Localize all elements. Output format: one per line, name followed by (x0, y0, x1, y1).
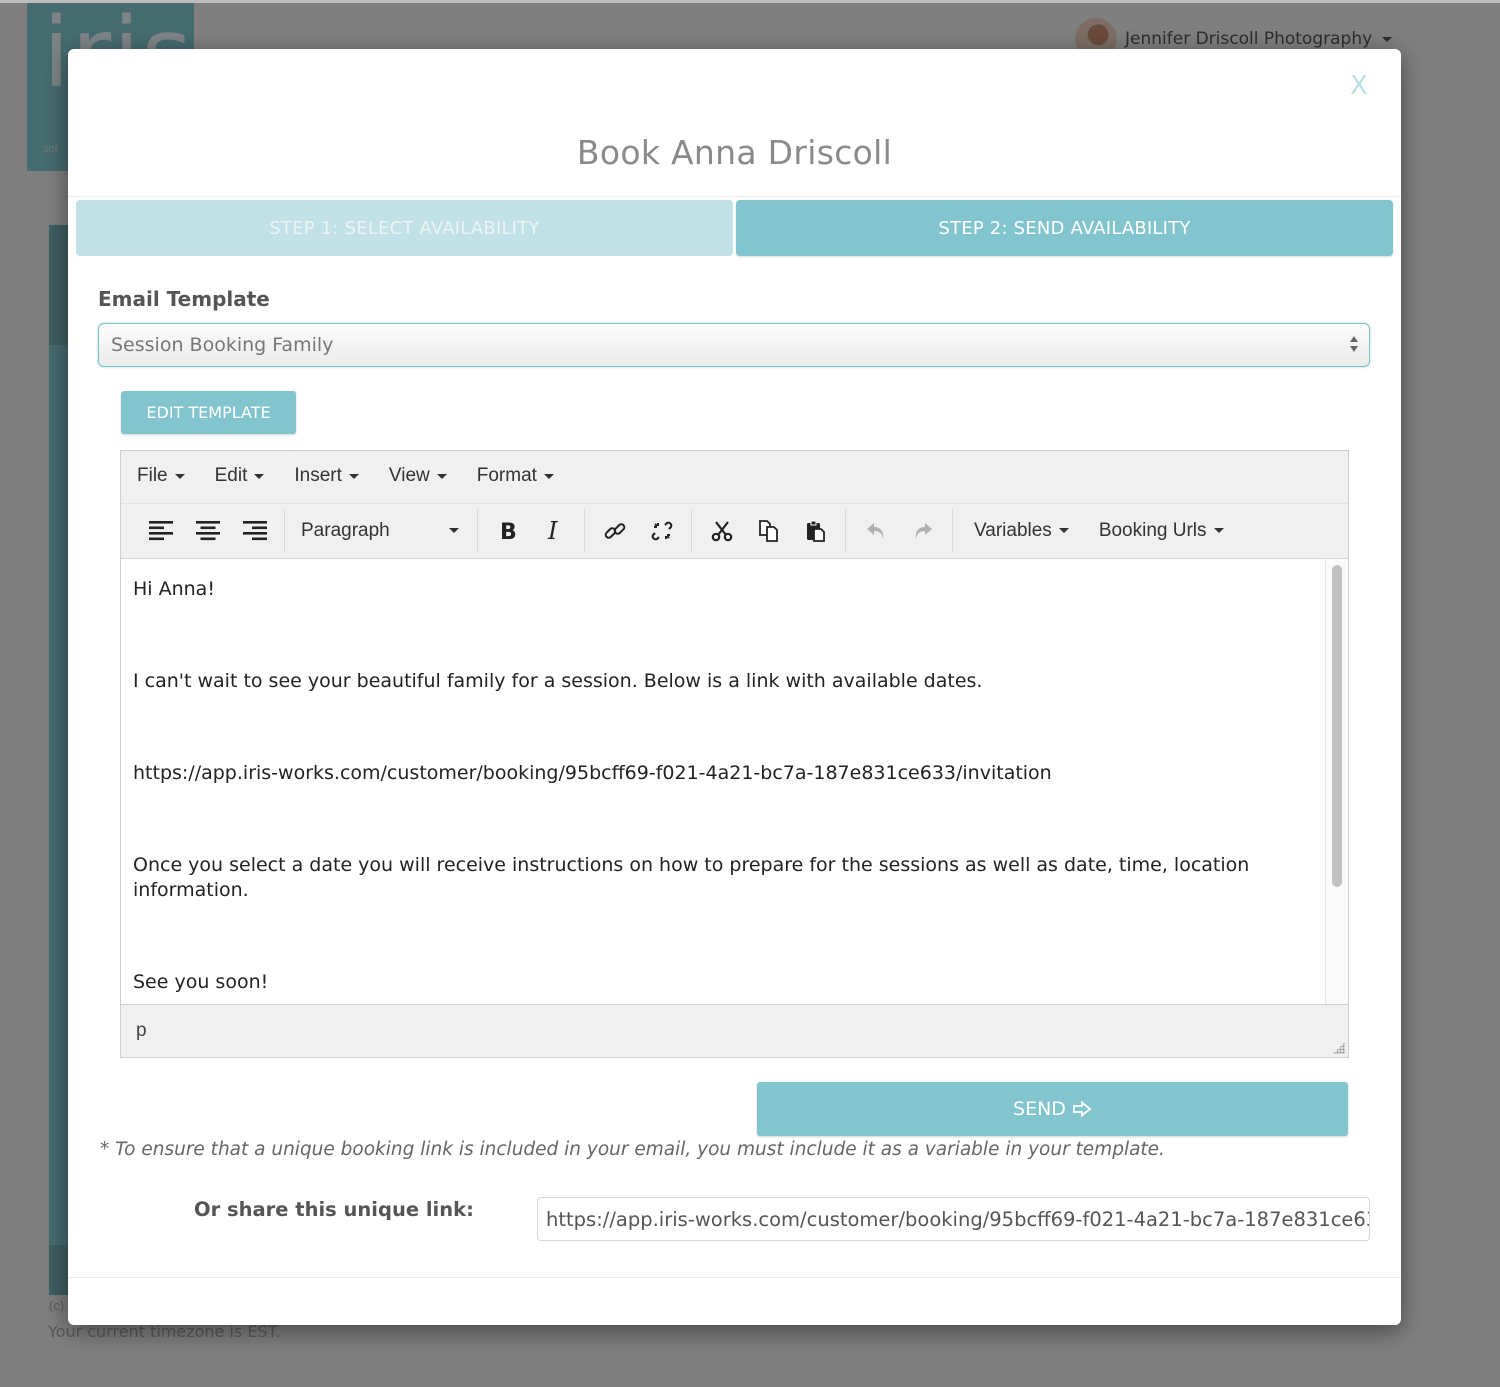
alignment-group (131, 508, 285, 553)
variables-label: Variables (974, 519, 1052, 541)
menu-label: Insert (294, 465, 342, 486)
editor-menubar: File Edit Insert View Format (121, 451, 1348, 501)
menu-edit[interactable]: Edit (215, 465, 265, 487)
resize-handle-icon[interactable] (1333, 1042, 1345, 1054)
menu-label: Format (476, 465, 537, 486)
caret-down-icon (436, 473, 447, 479)
unlink-icon (651, 521, 672, 540)
caret-down-icon (174, 473, 185, 479)
editor-scrollbar[interactable] (1325, 558, 1348, 1004)
booking-urls-dropdown[interactable]: Booking Urls (1084, 511, 1239, 551)
insert-link-button[interactable] (591, 511, 638, 551)
chevron-down-icon (1382, 36, 1393, 42)
caret-down-icon (254, 473, 265, 479)
email-template-label: Email Template (98, 287, 270, 311)
redo-icon (915, 522, 932, 539)
copy-icon (758, 519, 778, 542)
block-format-value: Paragraph (301, 519, 390, 541)
bold-button[interactable]: B (484, 511, 531, 551)
text-style-group: B I (478, 508, 585, 553)
paste-button[interactable] (792, 511, 839, 551)
cut-icon (711, 520, 732, 541)
bold-icon: B (500, 520, 517, 543)
editor-content[interactable]: Hi Anna! I can't wait to see your beauti… (121, 558, 1325, 1004)
insert-dropdowns-group: Variables Booking Urls (953, 509, 1245, 553)
align-right-button[interactable] (231, 511, 278, 551)
select-arrows-icon (1349, 336, 1359, 356)
clipboard-group (692, 508, 846, 553)
menu-view[interactable]: View (389, 465, 447, 487)
email-paragraph: I can't wait to see your beautiful famil… (133, 670, 983, 692)
menu-label: View (388, 465, 430, 486)
link-icon (604, 522, 625, 539)
email-paragraph: https://app.iris-works.com/customer/book… (133, 762, 1052, 784)
caret-down-icon (543, 473, 554, 479)
tab-step-1-select-availability[interactable]: STEP 1: SELECT AVAILABILITY (76, 200, 733, 256)
user-name: Jennifer Driscoll Photography (1125, 29, 1373, 49)
close-button[interactable]: X (1350, 71, 1368, 101)
editor-statusbar: p (121, 1004, 1348, 1057)
block-format-group: Paragraph (285, 508, 478, 553)
italic-icon: I (547, 519, 558, 543)
caret-down-icon (348, 473, 359, 479)
browser-top-edge (0, 0, 1500, 3)
divider (68, 196, 1401, 197)
modal-title: Book Anna Driscoll (576, 133, 893, 172)
email-template-select[interactable]: Session Booking Family (98, 323, 1370, 367)
variables-dropdown[interactable]: Variables (959, 511, 1084, 551)
editor-toolbar: Paragraph B I Variables Booking Urls (121, 503, 1348, 557)
booking-urls-label: Booking Urls (1098, 519, 1207, 541)
background-sidebar (49, 225, 69, 1295)
align-center-icon (195, 520, 220, 540)
booking-modal: Book Anna Driscoll X STEP 1: SELECT AVAI… (68, 49, 1401, 1325)
menu-format[interactable]: Format (477, 465, 554, 487)
edit-template-button[interactable]: EDIT TEMPLATE (121, 391, 296, 434)
menu-insert[interactable]: Insert (294, 465, 359, 487)
italic-button[interactable]: I (531, 511, 578, 551)
element-path[interactable]: p (136, 1020, 147, 1042)
email-paragraph: Once you select a date you will receive … (133, 854, 1250, 901)
logo-subtext: sof (43, 143, 58, 155)
align-left-button[interactable] (137, 511, 184, 551)
cut-button[interactable] (698, 511, 745, 551)
menu-label: File (137, 465, 168, 486)
copy-button[interactable] (745, 511, 792, 551)
paste-icon (806, 520, 825, 542)
svg-text:I: I (547, 519, 558, 543)
arrow-right-icon (1073, 1101, 1092, 1117)
share-link-label: Or share this unique link: (194, 1198, 474, 1221)
email-template-selected-value: Session Booking Family (111, 334, 334, 356)
email-paragraph: See you soon! (133, 971, 269, 993)
link-group (585, 508, 692, 553)
align-center-button[interactable] (184, 511, 231, 551)
redo-button[interactable] (899, 511, 946, 551)
caret-down-icon (1058, 528, 1069, 533)
caret-down-icon (1213, 528, 1224, 533)
step-tabs: STEP 1: SELECT AVAILABILITY STEP 2: SEND… (76, 200, 1393, 256)
block-format-select[interactable]: Paragraph (291, 511, 471, 551)
tab-step-2-send-availability[interactable]: STEP 2: SEND AVAILABILITY (736, 200, 1393, 256)
divider (68, 1277, 1401, 1278)
send-label: SEND (1013, 1098, 1066, 1120)
menu-label: Edit (214, 465, 248, 486)
copyright-text: (c) (49, 1298, 65, 1313)
align-right-icon (242, 520, 267, 540)
email-paragraph: Hi Anna! (133, 578, 215, 600)
send-button[interactable]: SEND (757, 1082, 1348, 1136)
scrollbar-thumb[interactable] (1332, 565, 1342, 887)
undo-button[interactable] (852, 511, 899, 551)
svg-text:B: B (500, 520, 517, 543)
menu-file[interactable]: File (137, 465, 185, 487)
share-link-input[interactable] (537, 1197, 1370, 1241)
history-group (846, 508, 953, 553)
remove-link-button[interactable] (638, 511, 685, 551)
undo-icon (866, 522, 883, 539)
caret-down-icon (449, 528, 459, 533)
variable-note: * To ensure that a unique booking link i… (100, 1139, 1165, 1160)
rich-text-editor: File Edit Insert View Format Paragraph B… (120, 450, 1349, 1058)
align-left-icon (148, 520, 173, 540)
